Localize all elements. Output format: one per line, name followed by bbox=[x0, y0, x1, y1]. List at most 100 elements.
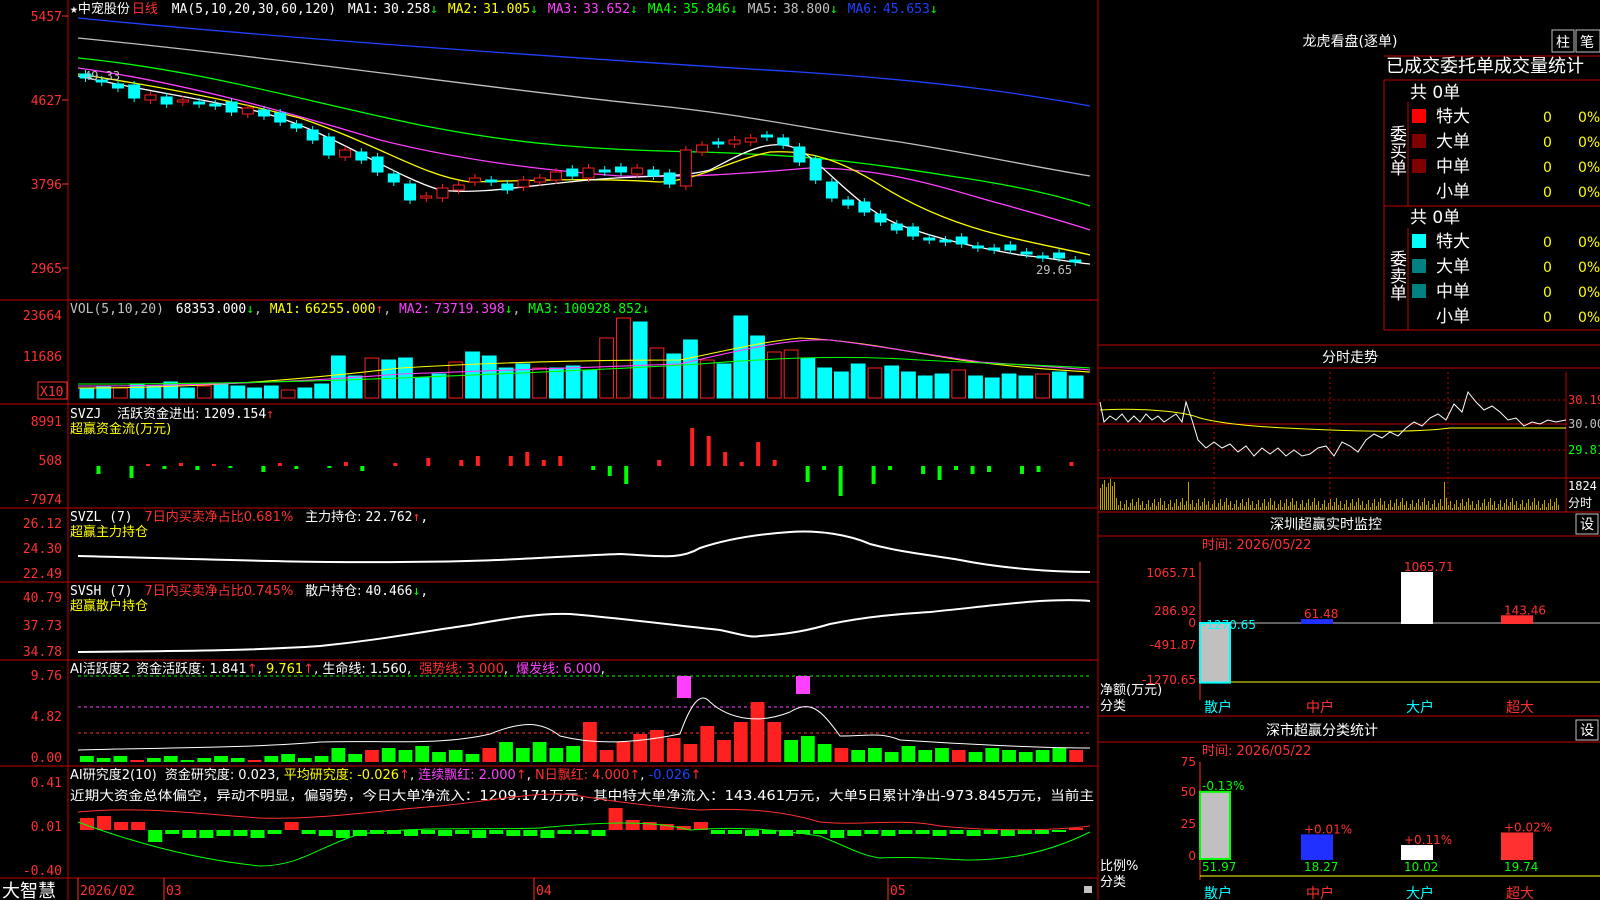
volume-bar bbox=[1051, 371, 1067, 399]
intraday-vol-bar bbox=[1442, 506, 1443, 510]
axis-ticks bbox=[62, 15, 68, 269]
ai-burst-bar bbox=[677, 676, 691, 698]
class-axis-label: 比例% bbox=[1100, 859, 1138, 874]
svzj-bar bbox=[871, 466, 876, 484]
row-color-swatch bbox=[1412, 109, 1426, 123]
intraday-vol-bar bbox=[1294, 505, 1295, 510]
intraday-vol-bar bbox=[1472, 501, 1473, 510]
monitor-title: 深圳超赢实时监控 bbox=[1270, 516, 1382, 533]
volume-bar bbox=[968, 375, 983, 399]
ai2-bar bbox=[233, 830, 248, 836]
vol-unit: X10 bbox=[40, 385, 63, 400]
class-settings-button[interactable]: 设 bbox=[1575, 719, 1599, 741]
intraday-vol-bar bbox=[1506, 499, 1507, 510]
volume-bar bbox=[331, 355, 346, 399]
svzl-axis-label: 24.30 bbox=[23, 542, 62, 557]
chart-bar bbox=[1401, 845, 1433, 860]
intraday-vol-bar bbox=[1172, 507, 1173, 510]
ai2-bar bbox=[114, 822, 129, 830]
price-axis-label: 5457 bbox=[31, 10, 62, 25]
tab-tick: 笔 bbox=[1580, 35, 1594, 51]
tab-bar[interactable]: 柱 笔 bbox=[1551, 29, 1600, 53]
row-label: 小单 bbox=[1436, 182, 1470, 202]
intraday-vol-bar bbox=[1378, 502, 1379, 510]
stock-terminal-canvas: 5457 4627 3796 2965 23664 11686 8991 508… bbox=[0, 0, 1600, 900]
intraday-vol-bar bbox=[1314, 498, 1315, 510]
intraday-vol-bar bbox=[1300, 504, 1301, 510]
volume-bar bbox=[683, 339, 698, 399]
intraday-vol-bar bbox=[1448, 505, 1449, 510]
intraday-vol-bar bbox=[1260, 507, 1261, 510]
intraday-vol-bar bbox=[1540, 508, 1541, 510]
intraday-vol-bar bbox=[1228, 505, 1229, 510]
row-label: 中单 bbox=[1436, 157, 1470, 177]
monitor-y-label: 0 bbox=[1188, 616, 1196, 630]
bar-value-label: 1065.71 bbox=[1404, 560, 1454, 574]
intraday-vol-bar bbox=[1264, 499, 1265, 510]
intraday-vol-bar bbox=[1424, 498, 1425, 510]
row-color-swatch bbox=[1412, 259, 1426, 273]
intraday-vol-bar bbox=[1304, 507, 1305, 510]
intraday-vol-bar bbox=[1432, 504, 1433, 510]
intraday-vol-bar bbox=[1248, 498, 1249, 510]
monitor-time: 时间: 2026/05/22 bbox=[1202, 538, 1311, 553]
ai2-bar bbox=[335, 830, 350, 838]
intraday-vol-bar bbox=[1162, 505, 1163, 510]
candle-body bbox=[874, 213, 887, 223]
svg-text:设: 设 bbox=[1580, 723, 1594, 739]
volume-bar bbox=[263, 385, 279, 399]
intraday-vol-bar bbox=[1390, 500, 1391, 510]
intraday-vol-bar bbox=[1184, 505, 1185, 510]
candle-body bbox=[582, 167, 595, 179]
intraday-vol-bar bbox=[1414, 507, 1415, 510]
ai-header: AI活跃度2 资金活跃度: 1.841↑, 9.761↑, 生命线: 1.560, … bbox=[70, 661, 605, 677]
svzl-axis-label: 26.12 bbox=[23, 517, 62, 532]
svzj-bar bbox=[772, 460, 777, 466]
ai2-bar bbox=[1034, 830, 1049, 834]
intraday-vol-bar bbox=[1170, 500, 1171, 510]
row-pct: 0% bbox=[1578, 160, 1600, 176]
svzj-bar bbox=[888, 466, 893, 470]
row-pct: 0% bbox=[1578, 260, 1600, 276]
intraday-vol-bar bbox=[1310, 506, 1311, 510]
candle-body bbox=[387, 173, 400, 183]
intraday-vol-bar bbox=[1204, 498, 1205, 510]
volume-bar bbox=[314, 383, 330, 399]
intraday-vol-bar bbox=[1322, 504, 1323, 510]
intraday-vol-bar bbox=[1128, 507, 1129, 510]
row-pct: 0% bbox=[1578, 285, 1600, 301]
row-pct: 0% bbox=[1578, 135, 1600, 151]
buy-side-label: 委买单 bbox=[1386, 125, 1407, 176]
class-title: 深市超赢分类统计 bbox=[1266, 722, 1378, 739]
intraday-vol-bar bbox=[1262, 503, 1263, 510]
ai-bar bbox=[750, 702, 765, 762]
ai-bar bbox=[163, 756, 178, 762]
intraday-panel: 分时走势 30.19 30.00 29.81 1824 分时 bbox=[1098, 350, 1600, 513]
volume-bar bbox=[414, 377, 430, 399]
ai-bar bbox=[482, 748, 497, 762]
intraday-vol-bar bbox=[1224, 502, 1225, 510]
intraday-vol-bar bbox=[1382, 505, 1383, 510]
row-color-swatch bbox=[1412, 159, 1426, 173]
ai2-header: AI研究度2(10) 资金研究度: 0.023, 平均研究度: -0.026↑, 连… bbox=[70, 767, 1094, 804]
monitor-settings-button[interactable]: 设 bbox=[1575, 513, 1599, 535]
intraday-vol-bar bbox=[1326, 507, 1327, 510]
svzj-bar bbox=[228, 466, 233, 468]
volume-bars bbox=[79, 315, 1084, 399]
intraday-vol-bar bbox=[1284, 503, 1285, 510]
svsh-header: SVSH (7) 7日内买卖净占比0.745% 散户持仓: 40.466↓, 超赢… bbox=[70, 583, 428, 614]
intraday-vol-bar bbox=[1428, 501, 1429, 510]
intraday-vol-bar bbox=[1148, 500, 1149, 510]
intraday-vol-bar bbox=[1536, 505, 1537, 510]
intraday-vol-bar bbox=[1334, 502, 1335, 510]
intraday-vol-bar bbox=[1222, 506, 1223, 510]
intraday-vol-bar bbox=[1356, 502, 1357, 510]
candle-body bbox=[971, 245, 984, 249]
intraday-avg-line bbox=[1099, 408, 1566, 432]
chart-bar bbox=[1199, 790, 1231, 860]
intraday-vol-bar bbox=[1130, 503, 1131, 510]
ai2-bar bbox=[591, 830, 606, 836]
intraday-vol-bar bbox=[1354, 506, 1355, 510]
intraday-vol-bar bbox=[1372, 503, 1373, 510]
intraday-vol-bar bbox=[1514, 505, 1515, 510]
